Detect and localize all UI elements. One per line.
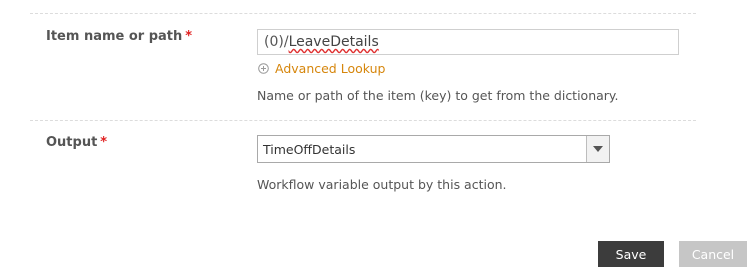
required-asterisk: * — [185, 29, 193, 44]
item-name-label: Item name or path * — [46, 29, 192, 44]
item-name-input[interactable]: (0)/LeaveDetails — [257, 29, 679, 55]
item-name-hint: Name or path of the item (key) to get fr… — [257, 88, 619, 103]
output-hint: Workflow variable output by this action. — [257, 177, 507, 192]
advanced-lookup-link[interactable]: Advanced Lookup — [258, 61, 385, 76]
item-path-prefix: (0)/ — [264, 34, 289, 50]
item-name-label-text: Item name or path — [46, 29, 183, 44]
required-asterisk: * — [100, 135, 108, 150]
save-button[interactable]: Save — [598, 241, 664, 267]
plus-circle-icon — [258, 63, 269, 74]
advanced-lookup-label: Advanced Lookup — [275, 61, 386, 76]
output-dropdown-toggle[interactable] — [586, 136, 609, 162]
action-config-panel: Item name or path * (0)/LeaveDetails Adva… — [0, 0, 751, 279]
caret-down-icon — [593, 146, 603, 152]
section-divider — [30, 120, 696, 121]
item-path-value: LeaveDetails — [288, 34, 379, 50]
output-label: Output * — [46, 135, 107, 150]
top-divider — [30, 13, 696, 14]
output-label-text: Output — [46, 135, 98, 150]
output-selected-value: TimeOffDetails — [263, 142, 356, 157]
cancel-button[interactable]: Cancel — [679, 241, 747, 267]
output-select[interactable]: TimeOffDetails — [257, 135, 610, 163]
